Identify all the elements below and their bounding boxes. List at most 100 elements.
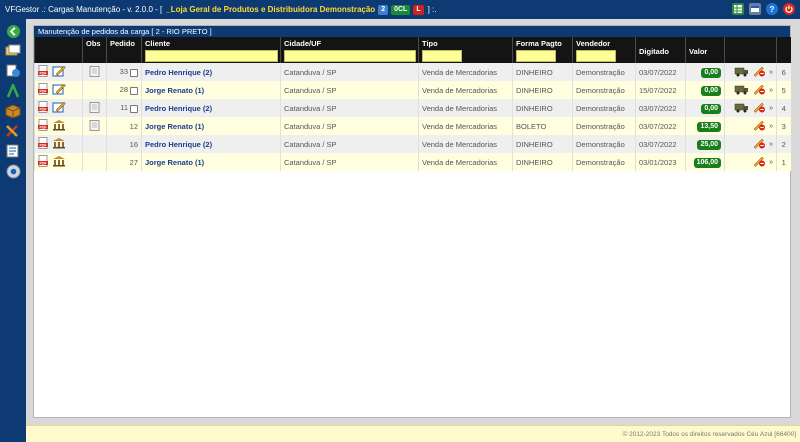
bank-icon[interactable] (52, 137, 66, 151)
remove-order-icon[interactable] (752, 119, 766, 133)
table-header-row: Obs Pedido Cliente Cidade/UF Tipo Forma … (34, 37, 791, 63)
table-row[interactable]: PDF 16 Pedro Henrique (2) Catanduva / SP Ven… (34, 135, 791, 153)
bank-icon[interactable] (52, 119, 66, 133)
note-icon[interactable] (89, 101, 100, 115)
pdf-icon[interactable]: PDF (38, 101, 49, 115)
tickets-icon[interactable] (4, 43, 22, 59)
table-row[interactable]: PDF 28 Jorge Renato (1) Catanduva / SP Venda… (34, 81, 791, 99)
expand-arrow-icon[interactable]: » (769, 141, 773, 148)
digitado-cell: 15/07/2022 (635, 81, 686, 99)
back-icon[interactable] (4, 23, 22, 39)
power-icon[interactable] (783, 3, 795, 15)
bank-icon[interactable] (52, 155, 66, 169)
expand-arrow-icon[interactable]: » (769, 123, 773, 130)
note-icon[interactable] (89, 65, 100, 79)
edit-order-icon[interactable] (52, 101, 66, 115)
table-row[interactable]: PDF 12 Jorge Renato (1) Catanduva / SP Venda… (34, 117, 791, 135)
col-pedido[interactable]: Pedido (106, 37, 142, 63)
col-digitado[interactable]: Digitado (635, 37, 686, 63)
remove-order-icon[interactable] (752, 137, 766, 151)
expand-arrow-icon[interactable]: » (769, 87, 773, 94)
pedido-cell: 16 (106, 135, 142, 153)
forma-cell: DINHEIRO (512, 153, 573, 171)
tipo-filter-input[interactable] (422, 50, 462, 62)
cliente-cell[interactable]: Jorge Renato (1) (141, 153, 281, 171)
title-suffix: ] :. (427, 5, 437, 14)
pedido-number: 12 (129, 121, 138, 131)
route-icon[interactable] (4, 83, 22, 99)
pdf-icon[interactable]: PDF (38, 65, 49, 79)
valor-cell: 0,00 (685, 63, 725, 81)
pdf-icon[interactable]: PDF (38, 137, 49, 151)
cliente-cell[interactable]: Pedro Henrique (2) (141, 63, 281, 81)
company-name[interactable]: _Loja Geral de Produtos e Distribuidora … (166, 5, 375, 14)
status-badge: L (413, 5, 424, 15)
cliente-cell[interactable]: Pedro Henrique (2) (141, 135, 281, 153)
cliente-filter-input[interactable] (145, 50, 278, 62)
select-checkbox[interactable] (130, 86, 138, 95)
obs-cell (82, 153, 107, 171)
pdf-icon[interactable]: PDF (38, 155, 49, 169)
spreadsheet-icon[interactable] (732, 3, 744, 15)
col-valor-label: Valor (689, 46, 708, 56)
svg-text:PDF: PDF (40, 71, 48, 75)
cliente-cell[interactable]: Jorge Renato (1) (141, 117, 281, 135)
col-valor[interactable]: Valor (685, 37, 725, 63)
status-badge: 0CL (391, 5, 411, 15)
digitado-cell: 03/07/2022 (635, 63, 686, 81)
truck-icon[interactable] (734, 83, 749, 97)
pedido-cell: 11 (106, 99, 142, 117)
remove-order-icon[interactable] (752, 101, 766, 115)
col-vendedor[interactable]: Vendedor (572, 37, 636, 63)
col-tipo[interactable]: Tipo (418, 37, 513, 63)
pdf-icon[interactable]: PDF (38, 83, 49, 97)
expand-arrow-icon[interactable]: » (769, 69, 773, 76)
obs-cell (82, 135, 107, 153)
remove-order-icon[interactable] (752, 65, 766, 79)
valor-cell: 0,00 (685, 99, 725, 117)
vendedor-filter-input[interactable] (576, 50, 616, 62)
expand-arrow-icon[interactable]: » (769, 105, 773, 112)
pdf-icon[interactable]: PDF (38, 119, 49, 133)
remove-order-icon[interactable] (752, 155, 766, 169)
table-row[interactable]: PDF 27 Jorge Renato (1) Catanduva / SP Venda… (34, 153, 791, 171)
box-icon[interactable] (4, 103, 22, 119)
note-icon[interactable] (89, 119, 100, 133)
remove-order-icon[interactable] (752, 83, 766, 97)
cliente-cell[interactable]: Pedro Henrique (2) (141, 99, 281, 117)
svg-text:PDF: PDF (40, 89, 48, 93)
expand-arrow-icon[interactable]: » (769, 159, 773, 166)
cidade-filter-input[interactable] (284, 50, 416, 62)
help-icon[interactable]: ? (766, 3, 778, 15)
documents-icon[interactable] (4, 63, 22, 79)
edit-order-icon[interactable] (52, 65, 66, 79)
edit-order-icon[interactable] (52, 83, 66, 97)
pedido-number: 27 (129, 157, 138, 167)
pedido-cell: 28 (106, 81, 142, 99)
col-cliente[interactable]: Cliente (141, 37, 281, 63)
truck-icon[interactable] (734, 65, 749, 79)
pedido-cell: 33 (106, 63, 142, 81)
truck-icon[interactable] (734, 101, 749, 115)
window-icon[interactable] (749, 3, 761, 15)
vendedor-cell: Demonstração (572, 99, 636, 117)
report-icon[interactable] (4, 143, 22, 159)
select-checkbox[interactable] (130, 104, 138, 113)
col-forma[interactable]: Forma Pagto (512, 37, 573, 63)
cliente-cell[interactable]: Jorge Renato (1) (141, 81, 281, 99)
table-row[interactable]: PDF 33 Pedro Henrique (2) Catanduva / SP Ven… (34, 63, 791, 81)
col-cidade[interactable]: Cidade/UF (280, 37, 419, 63)
forma-cell: DINHEIRO (512, 135, 573, 153)
vendedor-cell: Demonstração (572, 153, 636, 171)
forma-filter-input[interactable] (516, 50, 556, 62)
table-row[interactable]: PDF 11 Pedro Henrique (2) Catanduva / SP Ven… (34, 99, 791, 117)
obs-cell (82, 63, 107, 81)
forma-cell: DINHEIRO (512, 99, 573, 117)
col-forma-label: Forma Pagto (516, 39, 562, 48)
tools-icon[interactable] (4, 123, 22, 139)
col-tipo-label: Tipo (422, 39, 438, 48)
select-checkbox[interactable] (130, 68, 138, 77)
obs-cell (82, 99, 107, 117)
settings-icon[interactable] (4, 163, 22, 179)
col-vendedor-label: Vendedor (576, 39, 611, 48)
